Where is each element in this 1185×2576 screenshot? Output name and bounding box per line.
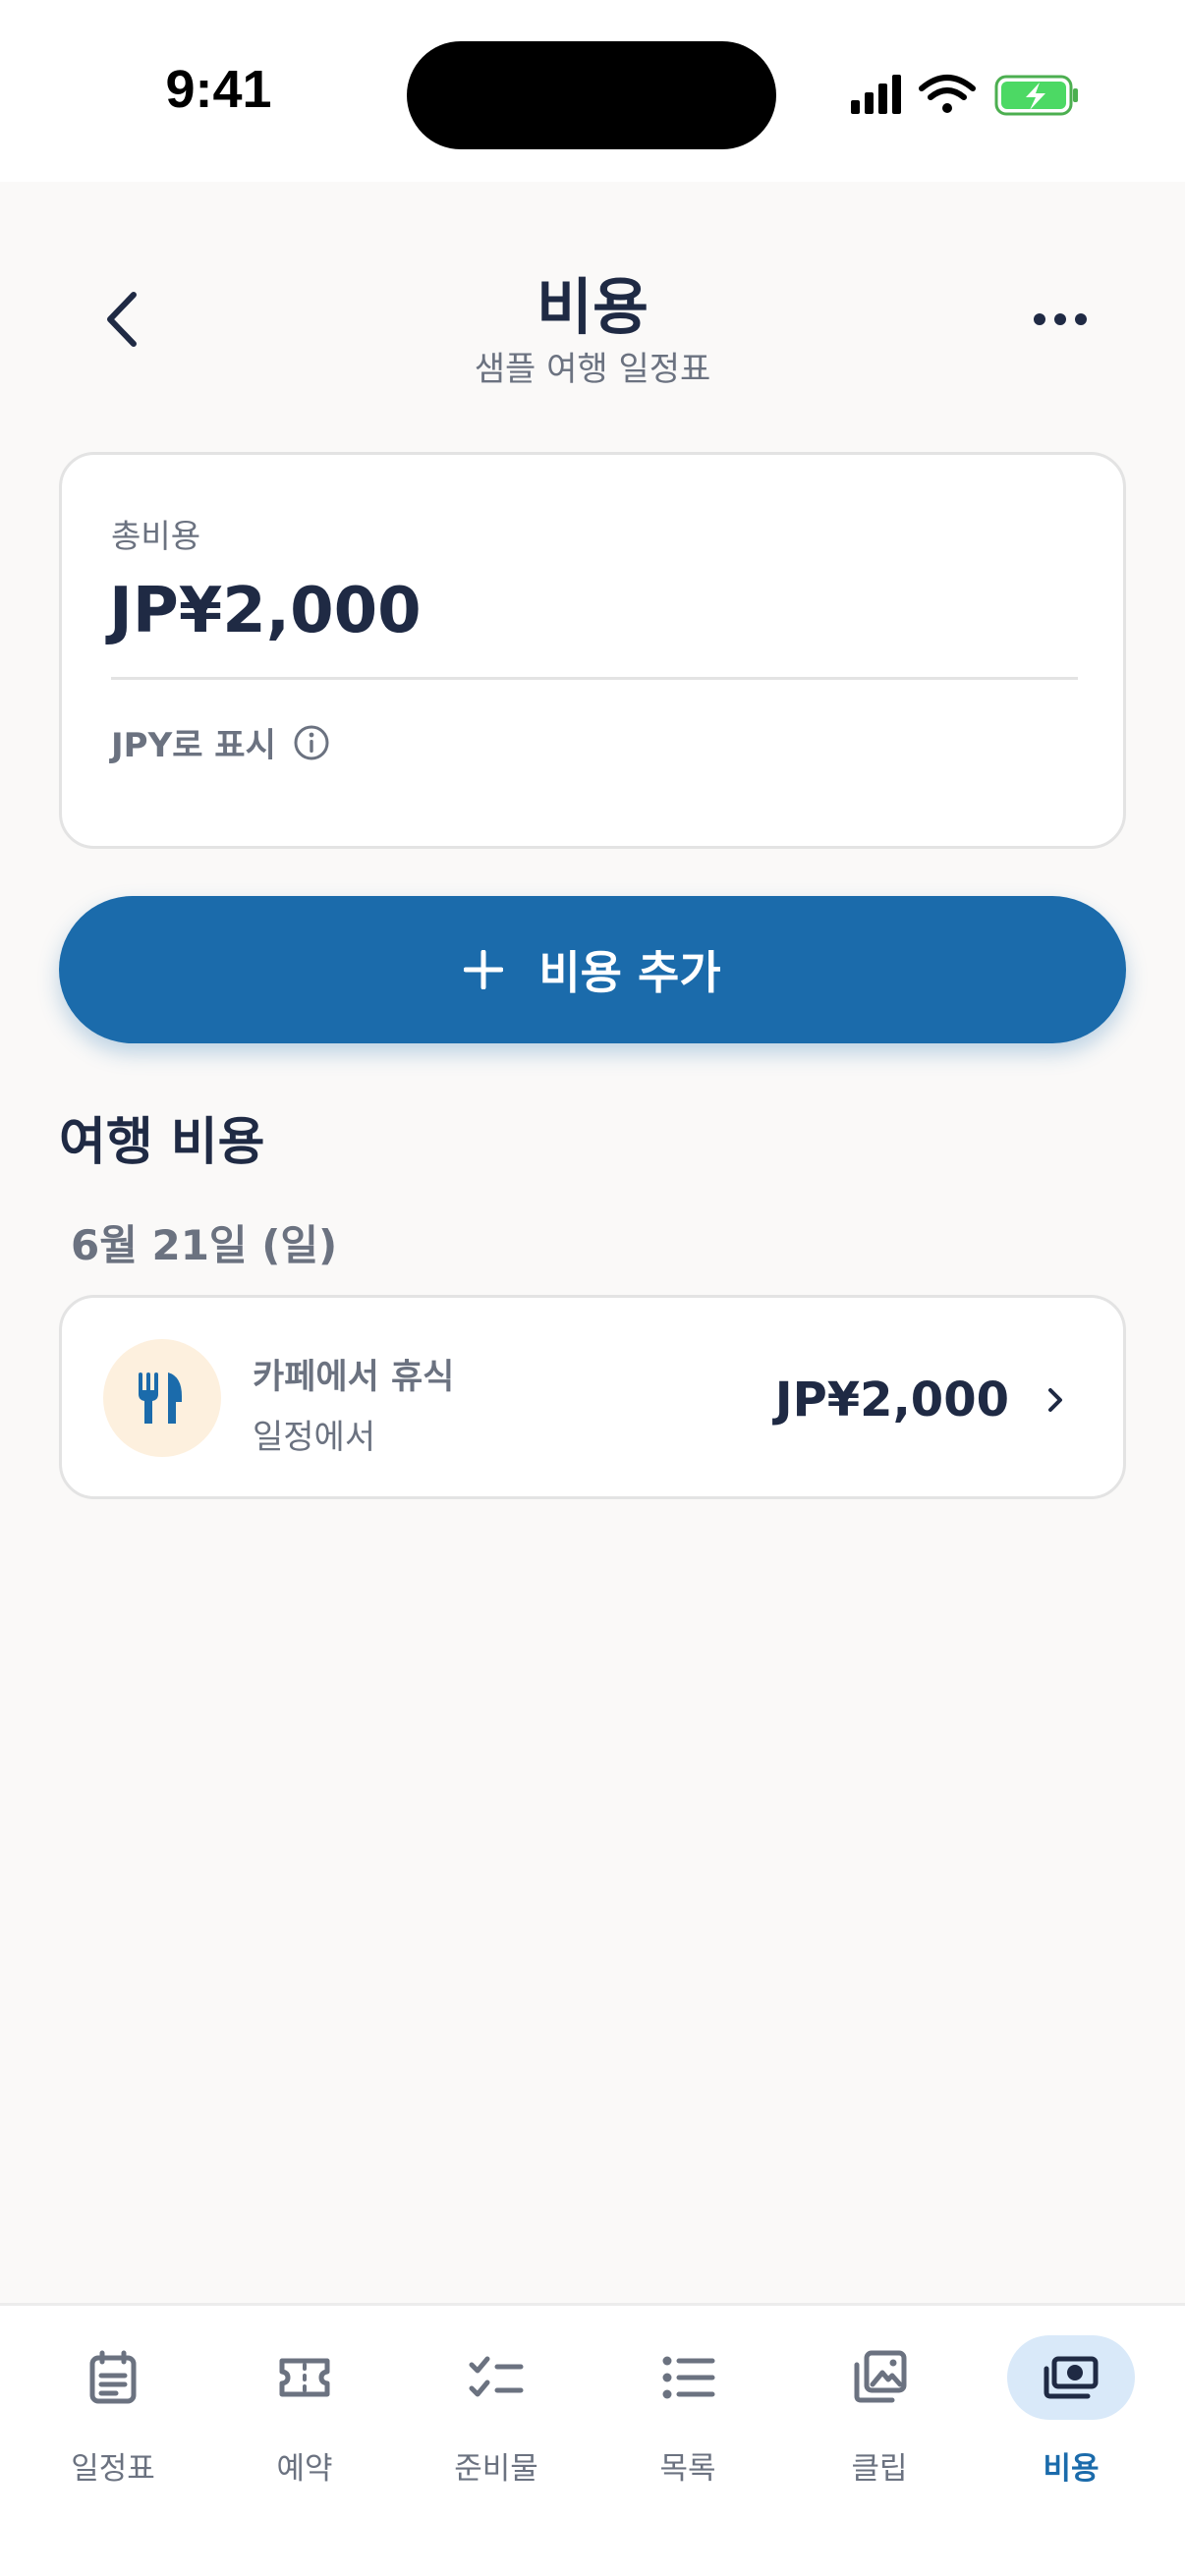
tab-bar: 일정표 예약 준비물 목록 클립 비용 xyxy=(0,2303,1185,2576)
expense-amount: JP¥2,000 xyxy=(774,1372,1009,1428)
dynamic-island xyxy=(407,41,776,149)
plus-icon xyxy=(464,950,504,989)
date-header: 6월 21일 (일) xyxy=(71,1221,338,1269)
tab-label: 비용 xyxy=(1043,2451,1100,2487)
expense-item[interactable]: 카페에서 휴식 일정에서 JP¥2,000 xyxy=(59,1295,1126,1499)
currency-display-row[interactable]: JPY로 표시 xyxy=(111,718,331,766)
section-title: 여행 비용 xyxy=(59,1113,265,1172)
battery-charging-icon xyxy=(994,75,1078,116)
expense-source: 일정에서 xyxy=(253,1418,376,1457)
cellular-signal-icon xyxy=(851,75,901,114)
expense-title: 카페에서 휴식 xyxy=(253,1358,455,1397)
gallery-icon xyxy=(854,2350,907,2403)
total-cost-label: 총비용 xyxy=(111,517,201,555)
wifi-icon xyxy=(919,75,976,113)
status-bar: 9:41 xyxy=(0,0,1185,182)
tab-label: 준비물 xyxy=(454,2451,538,2487)
tab-label: 클립 xyxy=(851,2451,908,2487)
more-options-button[interactable] xyxy=(1026,295,1095,344)
add-expense-label: 비용 추가 xyxy=(538,946,721,999)
page-title: 비용 xyxy=(536,271,649,343)
tab-label: 목록 xyxy=(659,2451,716,2487)
tab-packing[interactable]: 준비물 xyxy=(403,2335,590,2502)
total-cost-amount: JP¥2,000 xyxy=(109,575,422,647)
add-expense-button[interactable]: 비용 추가 xyxy=(59,896,1126,1043)
status-time: 9:41 xyxy=(165,60,272,119)
tab-clips[interactable]: 클립 xyxy=(786,2335,973,2502)
tab-label: 예약 xyxy=(276,2451,333,2487)
trip-subtitle: 샘플 여행 일정표 xyxy=(474,350,711,389)
tab-reservations[interactable]: 예약 xyxy=(211,2335,398,2502)
ticket-icon xyxy=(279,2358,330,2397)
list-icon xyxy=(662,2356,715,2399)
tab-itinerary[interactable]: 일정표 xyxy=(20,2335,206,2502)
tab-label: 일정표 xyxy=(71,2451,155,2487)
itinerary-icon xyxy=(89,2350,137,2404)
chevron-right-icon xyxy=(1048,1388,1062,1412)
checklist-icon xyxy=(469,2356,524,2397)
status-icons xyxy=(851,75,1078,116)
expense-category-badge xyxy=(103,1339,221,1457)
info-icon[interactable] xyxy=(292,723,331,762)
money-icon xyxy=(1044,2356,1099,2399)
total-cost-card: 총비용 JP¥2,000 JPY로 표시 xyxy=(59,452,1126,849)
divider xyxy=(111,677,1078,680)
tab-list[interactable]: 목록 xyxy=(594,2335,781,2502)
fork-knife-icon xyxy=(139,1372,182,1424)
tab-expenses[interactable]: 비용 xyxy=(978,2335,1164,2502)
back-button[interactable] xyxy=(90,285,159,354)
currency-display-label: JPY로 표시 xyxy=(111,726,276,765)
